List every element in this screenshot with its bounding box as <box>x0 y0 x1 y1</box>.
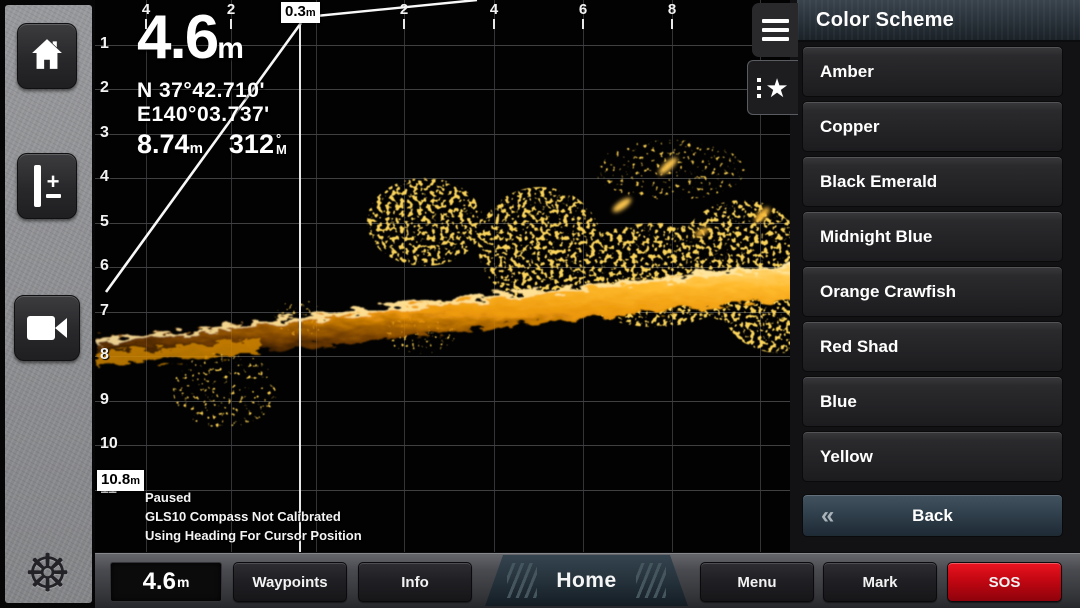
mark-button[interactable]: Mark <box>823 562 937 602</box>
home-icon <box>28 36 66 77</box>
status-message: GLS10 Compass Not Calibrated <box>145 507 362 526</box>
top-scale-tick-mark <box>582 19 584 29</box>
bottom-toolbar: 4.6m Waypoints Info Home Menu Mark SOS <box>95 552 1080 608</box>
menu-item-amber[interactable]: Amber <box>802 46 1063 97</box>
cursor-vertical-line <box>299 22 301 552</box>
depth-scale-label: 4 <box>100 168 109 186</box>
range-adjust-button[interactable]: + <box>17 153 77 219</box>
menu-item-yellow[interactable]: Yellow <box>802 431 1063 482</box>
depth-scale-label: 2 <box>100 79 109 97</box>
back-chevrons-icon: « <box>821 506 834 526</box>
depth-scale-label: 9 <box>100 391 109 409</box>
home-shortcut-button[interactable] <box>17 23 77 89</box>
sonar-data-overlay: 4.6m N 37°42.710' E140°03.737' 8.74m312°… <box>137 8 287 165</box>
info-button[interactable]: Info <box>358 562 472 602</box>
cursor-depth-bearing-readout: 8.74m312°M <box>137 129 287 165</box>
status-messages: PausedGLS10 Compass Not CalibratedUsing … <box>145 488 362 545</box>
depth-scale-label: 1 <box>100 35 109 53</box>
depth-scale-label: 3 <box>100 124 109 142</box>
video-camera-icon <box>27 316 67 340</box>
video-button[interactable] <box>14 295 80 361</box>
list-dots-icon <box>757 78 761 98</box>
depth-readout: 4.6m <box>137 8 287 79</box>
depth-scale-label: 8 <box>100 346 109 364</box>
top-scale-tick: 2 <box>400 1 408 18</box>
range-plus-minus-icon: + <box>34 165 61 207</box>
menu-tab-button[interactable] <box>752 3 798 57</box>
top-scale-tick: 4 <box>490 1 498 18</box>
color-scheme-menu: Color Scheme AmberCopperBlack EmeraldMid… <box>790 0 1080 552</box>
home-stripes-right-icon <box>636 563 666 598</box>
ships-wheel-icon: ☸ <box>0 548 95 600</box>
sos-button[interactable]: SOS <box>947 562 1062 602</box>
depth-scale-label: 5 <box>100 213 109 231</box>
depth-scale-label: 7 <box>100 302 109 320</box>
sonar-display[interactable]: 422468 1234567891011 4.6m N 37°42.710' E… <box>95 0 797 552</box>
waypoints-button[interactable]: Waypoints <box>233 562 347 602</box>
cursor-distance-badge: 0.3m <box>281 2 320 23</box>
back-button[interactable]: «Back <box>802 494 1063 537</box>
menu-title: Color Scheme <box>797 0 1080 42</box>
left-sidebar: + ☸ <box>0 0 95 608</box>
menu-item-red-shad[interactable]: Red Shad <box>802 321 1063 372</box>
menu-item-list: AmberCopperBlack EmeraldMidnight BlueOra… <box>802 46 1063 537</box>
hamburger-menu-icon <box>762 19 789 41</box>
menu-button[interactable]: Menu <box>700 562 814 602</box>
favorites-tab-button[interactable]: ★ <box>747 60 798 115</box>
top-scale-tick: 6 <box>579 1 587 18</box>
depth-scale-label: 10 <box>100 435 118 453</box>
menu-item-blue[interactable]: Blue <box>802 376 1063 427</box>
menu-item-orange-crawfish[interactable]: Orange Crawfish <box>802 266 1063 317</box>
top-scale-tick-mark <box>403 19 405 29</box>
favorites-star-icon: ★ <box>765 75 788 101</box>
top-scale-tick-mark <box>671 19 673 29</box>
home-stripes-left-icon <box>507 563 537 598</box>
bottom-depth-badge: 10.8m <box>97 470 144 491</box>
depth-field-button[interactable]: 4.6m <box>110 562 222 602</box>
latitude-readout: N 37°42.710' <box>137 79 287 103</box>
status-message: Using Heading For Cursor Position <box>145 526 362 545</box>
home-button[interactable]: Home <box>485 555 688 606</box>
longitude-readout: E140°03.737' <box>137 103 287 127</box>
menu-item-copper[interactable]: Copper <box>802 101 1063 152</box>
top-scale-tick-mark <box>493 19 495 29</box>
depth-scale-label: 6 <box>100 257 109 275</box>
menu-item-midnight-blue[interactable]: Midnight Blue <box>802 211 1063 262</box>
top-scale-tick: 8 <box>668 1 676 18</box>
chartplotter-screen: + ☸ <box>0 0 1080 608</box>
status-message: Paused <box>145 488 362 507</box>
menu-item-black-emerald[interactable]: Black Emerald <box>802 156 1063 207</box>
